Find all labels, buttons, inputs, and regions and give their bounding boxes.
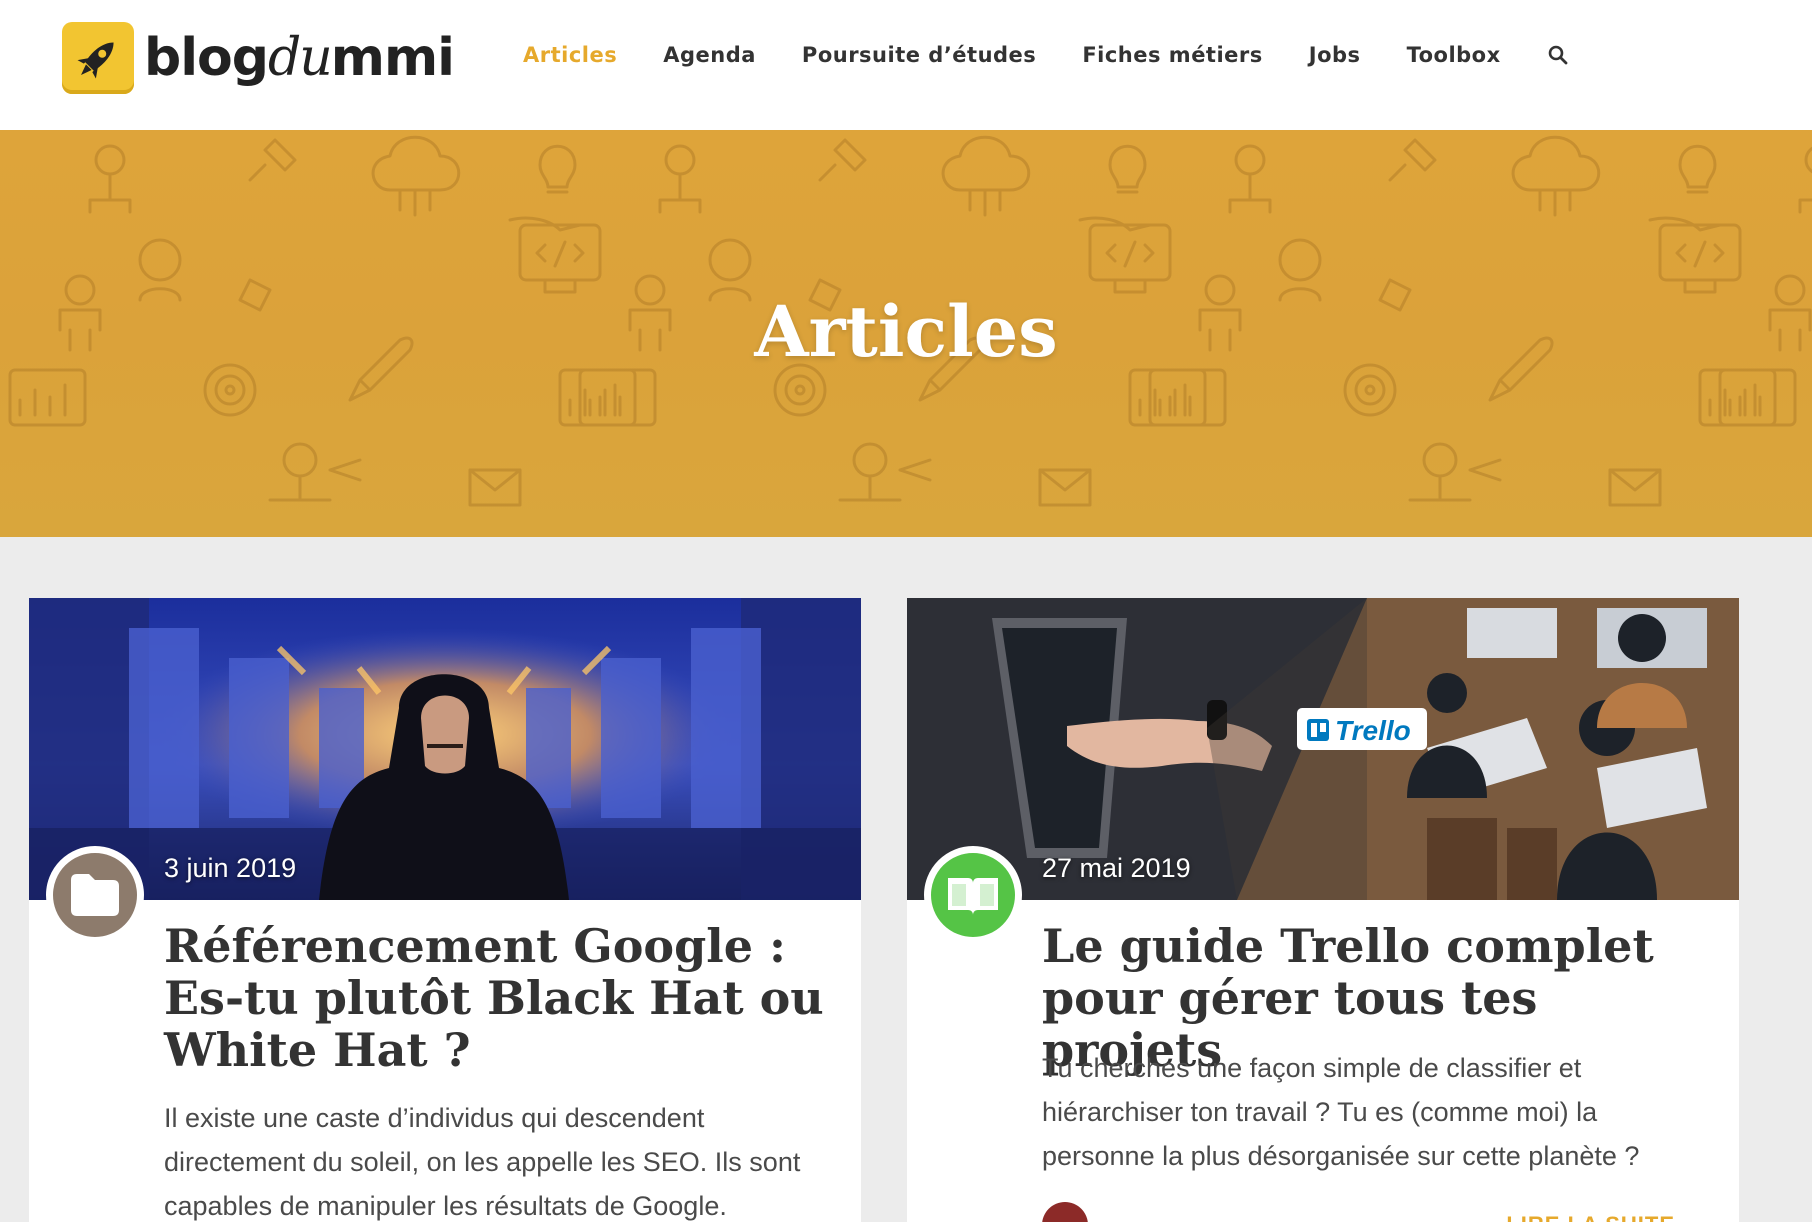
hero-banner: Articles — [0, 130, 1812, 537]
rocket-logo-icon — [62, 22, 134, 94]
logo-wordmark: blogdummi — [144, 28, 455, 88]
read-more-link[interactable]: LIRE LA SUITE — [1506, 1212, 1675, 1222]
page-title: Articles — [754, 290, 1058, 373]
article-card[interactable]: 3 juin 2019 Référencement Google : Es-tu… — [29, 598, 861, 1222]
author-avatar[interactable] — [1042, 1202, 1088, 1222]
site-logo[interactable]: blogdummi — [62, 22, 455, 94]
nav-item-articles[interactable]: Articles — [523, 43, 617, 67]
article-thumbnail-trello[interactable]: Trello — [907, 598, 1739, 900]
trello-label: Trello — [1335, 715, 1411, 746]
nav-item-agenda[interactable]: Agenda — [663, 43, 756, 67]
category-badge-book[interactable] — [924, 846, 1022, 944]
folder-icon — [71, 874, 119, 916]
main-nav: Articles Agenda Poursuite d’études Fiche… — [523, 40, 1569, 70]
site-header: blogdummi Articles Agenda Poursuite d’ét… — [0, 0, 1812, 130]
nav-item-jobs[interactable]: Jobs — [1309, 43, 1361, 67]
nav-item-fiches-metiers[interactable]: Fiches métiers — [1082, 43, 1262, 67]
article-thumbnail-hacker[interactable] — [29, 598, 861, 900]
article-date: 27 mai 2019 — [1042, 853, 1191, 883]
nav-item-toolbox[interactable]: Toolbox — [1407, 43, 1501, 67]
book-icon — [948, 878, 998, 915]
article-excerpt: Il existe une caste d’individus qui desc… — [164, 1103, 801, 1221]
nav-item-poursuite-etudes[interactable]: Poursuite d’études — [802, 43, 1036, 67]
article-excerpt: Tu cherches une façon simple de classifi… — [1042, 1053, 1640, 1171]
search-icon[interactable] — [1547, 44, 1569, 66]
article-date: 3 juin 2019 — [164, 853, 297, 883]
article-card[interactable]: Trello 27 mai 2019 Le guide Trello compl… — [907, 598, 1739, 1222]
category-badge-folder[interactable] — [46, 846, 144, 944]
article-title[interactable]: Référencement Google : Es-tu plutôt Blac… — [164, 920, 844, 1076]
